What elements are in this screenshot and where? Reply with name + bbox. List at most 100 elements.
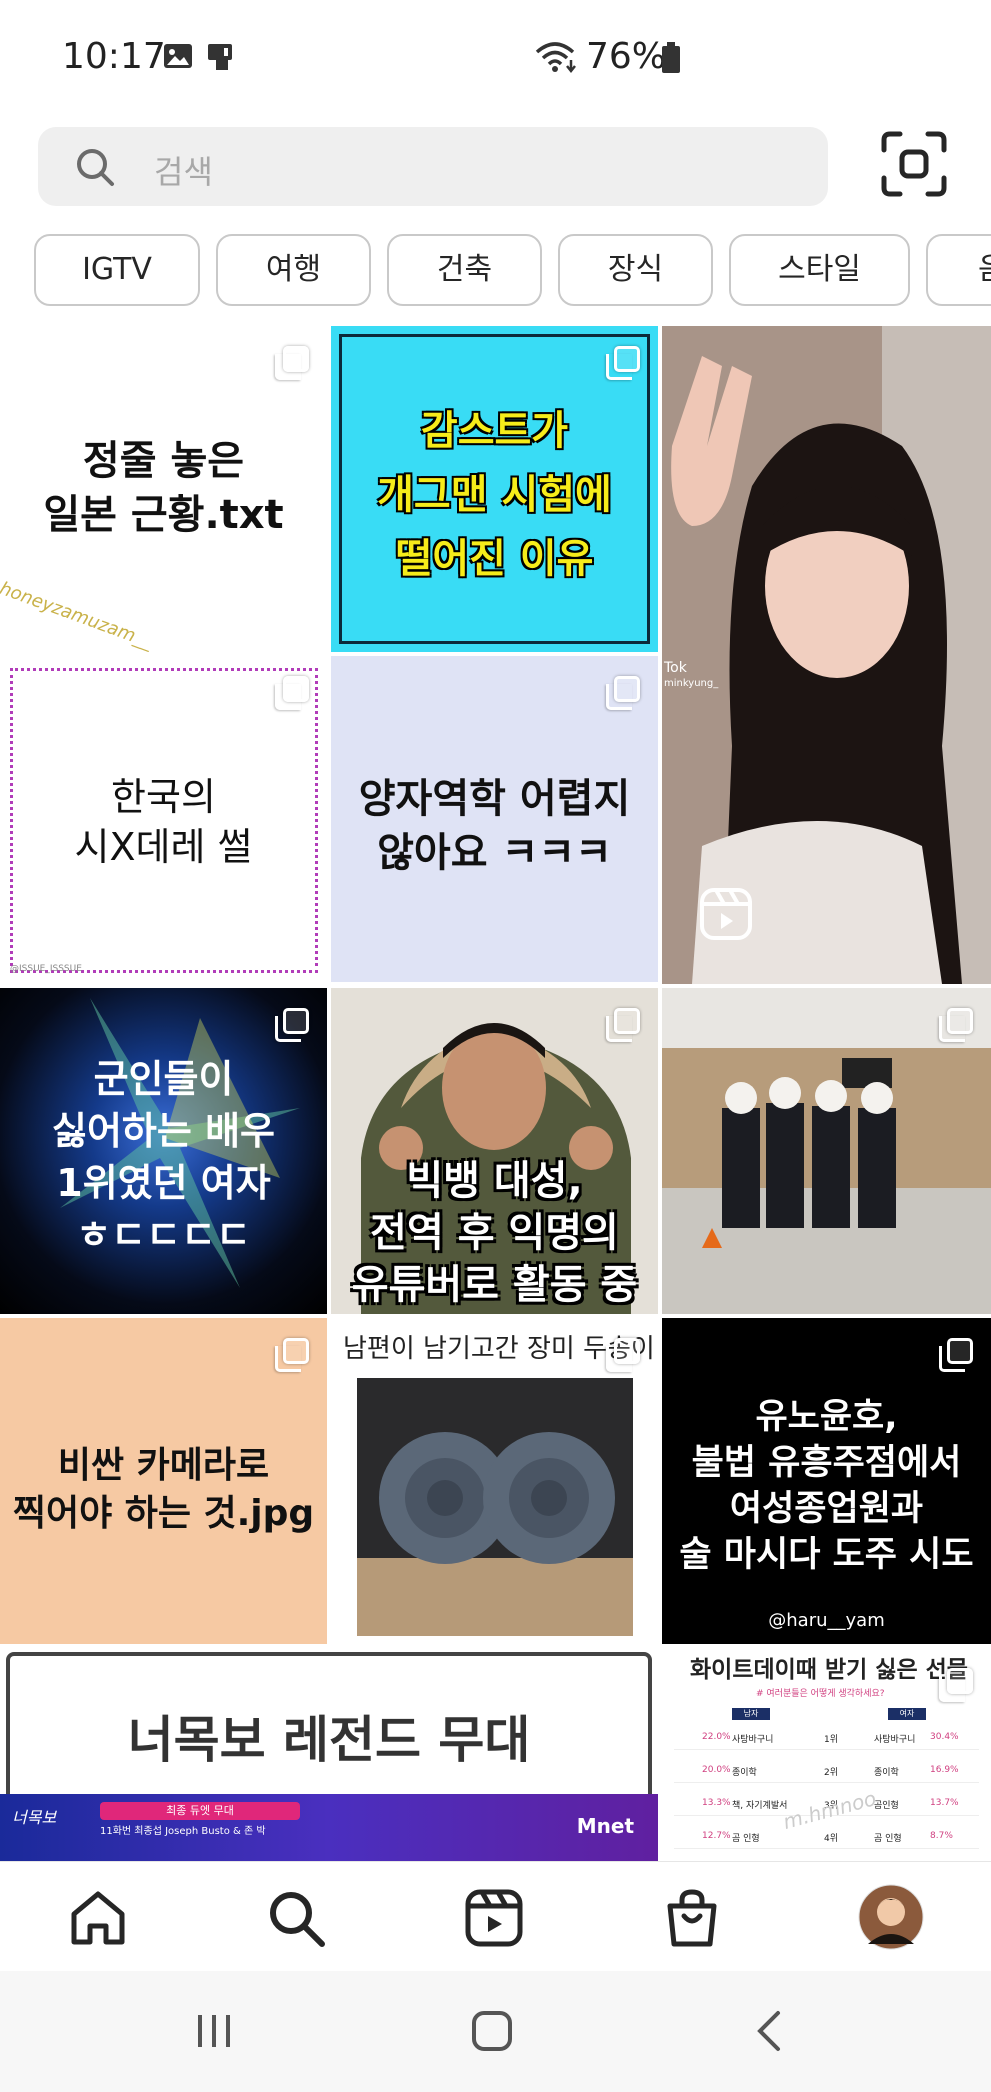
tile-caption: 유노윤호,	[755, 1397, 898, 1437]
survey-row: 22.0% 사탕바구니 1위 사탕바구니 30.4%	[674, 1728, 979, 1750]
multi-post-icon	[939, 1338, 973, 1372]
tile-caption: ㅎㄷㄷㄷㄷ	[76, 1213, 251, 1257]
home-icon[interactable]	[66, 1886, 130, 1950]
post-tile-quantum[interactable]: 양자역학 어렵지 않아요 ㅋㅋㅋ	[331, 656, 658, 982]
post-tile-yunho[interactable]: 유노윤호, 불법 유흥주점에서 여성종업원과 술 마시다 도주 시도 @haru…	[662, 1318, 991, 1644]
survey-right-item: 종이학	[874, 1768, 899, 1778]
tile-caption: 일본 근황.txt	[43, 492, 284, 538]
multi-post-icon	[606, 346, 640, 380]
tile-caption: 비싼 카메라로	[57, 1445, 270, 1486]
battery-percent: 76%	[586, 36, 667, 77]
survey-right-pct: 16.9%	[930, 1765, 959, 1775]
tile-caption: 너목보 레전드 무대	[127, 1711, 531, 1769]
explore-grid: 정줄 놓은 일본 근황.txt honeyzamuzam__ 감스트가 개그맨 …	[0, 326, 991, 1861]
tile-caption: 양자역학 어렵지	[358, 776, 631, 822]
tile-caption: 정줄 놓은	[82, 438, 245, 484]
survey-right-pct: 8.7%	[930, 1831, 953, 1841]
tile-caption: 개그맨 시험에	[377, 472, 612, 518]
survey-left-pct: 20.0%	[702, 1765, 731, 1775]
tile-caption: 군인들이	[93, 1057, 234, 1101]
survey-right-item: 곰 인형	[874, 1834, 902, 1844]
tile-caption: 1위였던 여자	[56, 1161, 271, 1205]
survey-left-pct: 12.7%	[702, 1831, 731, 1841]
chip-music[interactable]: 음	[926, 234, 991, 306]
multi-post-icon	[606, 676, 640, 710]
scan-icon[interactable]	[878, 128, 950, 200]
survey-right-item: 사탕바구니	[874, 1735, 916, 1745]
survey-rank: 2위	[824, 1768, 839, 1778]
tile-watermark: @ISSUE_ISSSUE	[10, 964, 82, 974]
device-icon	[208, 44, 232, 70]
post-tile-voice-legend[interactable]: 너목보 레전드 무대 너목보 최종 듀엣 무대 11화번 최종섭 Joseph …	[0, 1648, 658, 1861]
tile-caption: 빅뱅 대성,	[406, 1158, 583, 1204]
multi-post-icon	[275, 1008, 309, 1042]
survey-rank: 1위	[824, 1735, 839, 1745]
post-tile-school-photo[interactable]	[662, 988, 991, 1314]
reel-brand: Tok	[664, 660, 687, 676]
survey-rank: 4위	[824, 1834, 839, 1844]
video-still: 너목보 최종 듀엣 무대 11화번 최종섭 Joseph Busto & 존 박…	[0, 1794, 658, 1861]
multi-post-icon	[606, 1338, 640, 1372]
multi-post-icon	[939, 1008, 973, 1042]
multi-post-icon	[939, 1668, 973, 1702]
status-bar: 10:17 76%	[0, 0, 991, 115]
multi-post-icon	[606, 1008, 640, 1042]
chip-architecture[interactable]: 건축	[387, 234, 542, 306]
post-tile-gamst[interactable]: 감스트가 개그맨 시험에 떨어진 이유	[331, 326, 658, 652]
category-chips: IGTV 여행 건축 장식 스타일 음	[0, 234, 991, 310]
search-input[interactable]: 검색	[38, 127, 828, 206]
survey-left-item: 종이학	[732, 1768, 757, 1778]
survey-row: 12.7% 곰 인형 4위 곰 인형 8.7%	[674, 1827, 979, 1849]
survey-left-item: 사탕바구니	[732, 1735, 774, 1745]
battery-icon	[662, 42, 680, 73]
tile-caption: 한국의	[111, 775, 216, 819]
home-button-icon[interactable]	[462, 2001, 522, 2061]
chip-decor[interactable]: 장식	[558, 234, 713, 306]
image-icon	[164, 44, 192, 68]
tile-subtitle: # 여러분들은 어떻게 생각하세요?	[756, 1689, 885, 1699]
tile-caption: 여성종업원과	[729, 1489, 924, 1529]
reel-user: minkyung_	[664, 678, 719, 689]
shop-icon[interactable]	[660, 1886, 724, 1950]
tile-handle: @haru__yam	[768, 1610, 885, 1631]
video-caption: 최종 듀엣 무대	[100, 1802, 300, 1820]
post-tile-korean-story[interactable]: 한국의 시X데레 썰 @ISSUE_ISSSUE	[0, 656, 327, 982]
back-icon[interactable]	[740, 2001, 800, 2061]
post-tile-actress[interactable]: 군인들이 싫어하는 배우 1위였던 여자 ㅎㄷㄷㄷㄷ	[0, 988, 327, 1314]
chip-igtv[interactable]: IGTV	[34, 234, 200, 306]
status-time: 10:17	[62, 36, 166, 77]
multi-post-icon	[275, 1338, 309, 1372]
tile-caption: 떨어진 이유	[395, 536, 594, 582]
tile-caption: 화이트데이때 받기 싫은 선물	[690, 1657, 968, 1683]
survey-left-pct: 22.0%	[702, 1732, 731, 1742]
post-tile-daesung[interactable]: 빅뱅 대성, 전역 후 익명의 유튜버로 활동 중	[331, 988, 658, 1314]
tile-caption: 유튜버로 활동 중	[351, 1262, 638, 1308]
reels-icon[interactable]	[462, 1886, 526, 1950]
post-tile-whiteday[interactable]: 화이트데이때 받기 싫은 선물 # 여러분들은 어떻게 생각하세요? 남자 여자…	[662, 1648, 991, 1861]
post-tile-camera[interactable]: 비싼 카메라로 찍어야 하는 것.jpg	[0, 1318, 327, 1644]
wifi-icon	[535, 42, 576, 74]
recent-apps-icon[interactable]	[184, 2001, 244, 2061]
survey-left-item: 곰 인형	[732, 1834, 760, 1844]
survey-left-pct: 13.3%	[702, 1798, 731, 1808]
tile-caption: 술 마시다 도주 시도	[679, 1535, 974, 1575]
col-male: 남자	[732, 1708, 770, 1720]
survey-right-pct: 13.7%	[930, 1798, 959, 1808]
video-subcaption: 11화번 최종섭 Joseph Busto & 존 박	[100, 1826, 266, 1837]
tile-caption: 찍어야 하는 것.jpg	[12, 1493, 315, 1534]
profile-avatar[interactable]	[858, 1884, 924, 1950]
tile-watermark: honeyzamuzam__	[0, 578, 156, 652]
reels-icon	[700, 888, 752, 940]
tile-caption: 전역 후 익명의	[370, 1210, 619, 1256]
system-navigation	[0, 1971, 991, 2092]
reel-tile-selfie[interactable]: Tok minkyung_	[662, 326, 991, 984]
search-icon	[77, 149, 114, 186]
post-tile-japan[interactable]: 정줄 놓은 일본 근황.txt honeyzamuzam__	[0, 326, 327, 652]
search-icon[interactable]	[264, 1886, 328, 1950]
chip-travel[interactable]: 여행	[216, 234, 371, 306]
chip-style[interactable]: 스타일	[729, 234, 910, 306]
tile-caption: 시X데레 썰	[74, 825, 253, 869]
tile-caption: 감스트가	[420, 408, 569, 454]
post-tile-roses[interactable]: 남편이 남기고간 장미 두송이	[331, 1318, 658, 1644]
bottom-navigation	[0, 1861, 991, 1971]
